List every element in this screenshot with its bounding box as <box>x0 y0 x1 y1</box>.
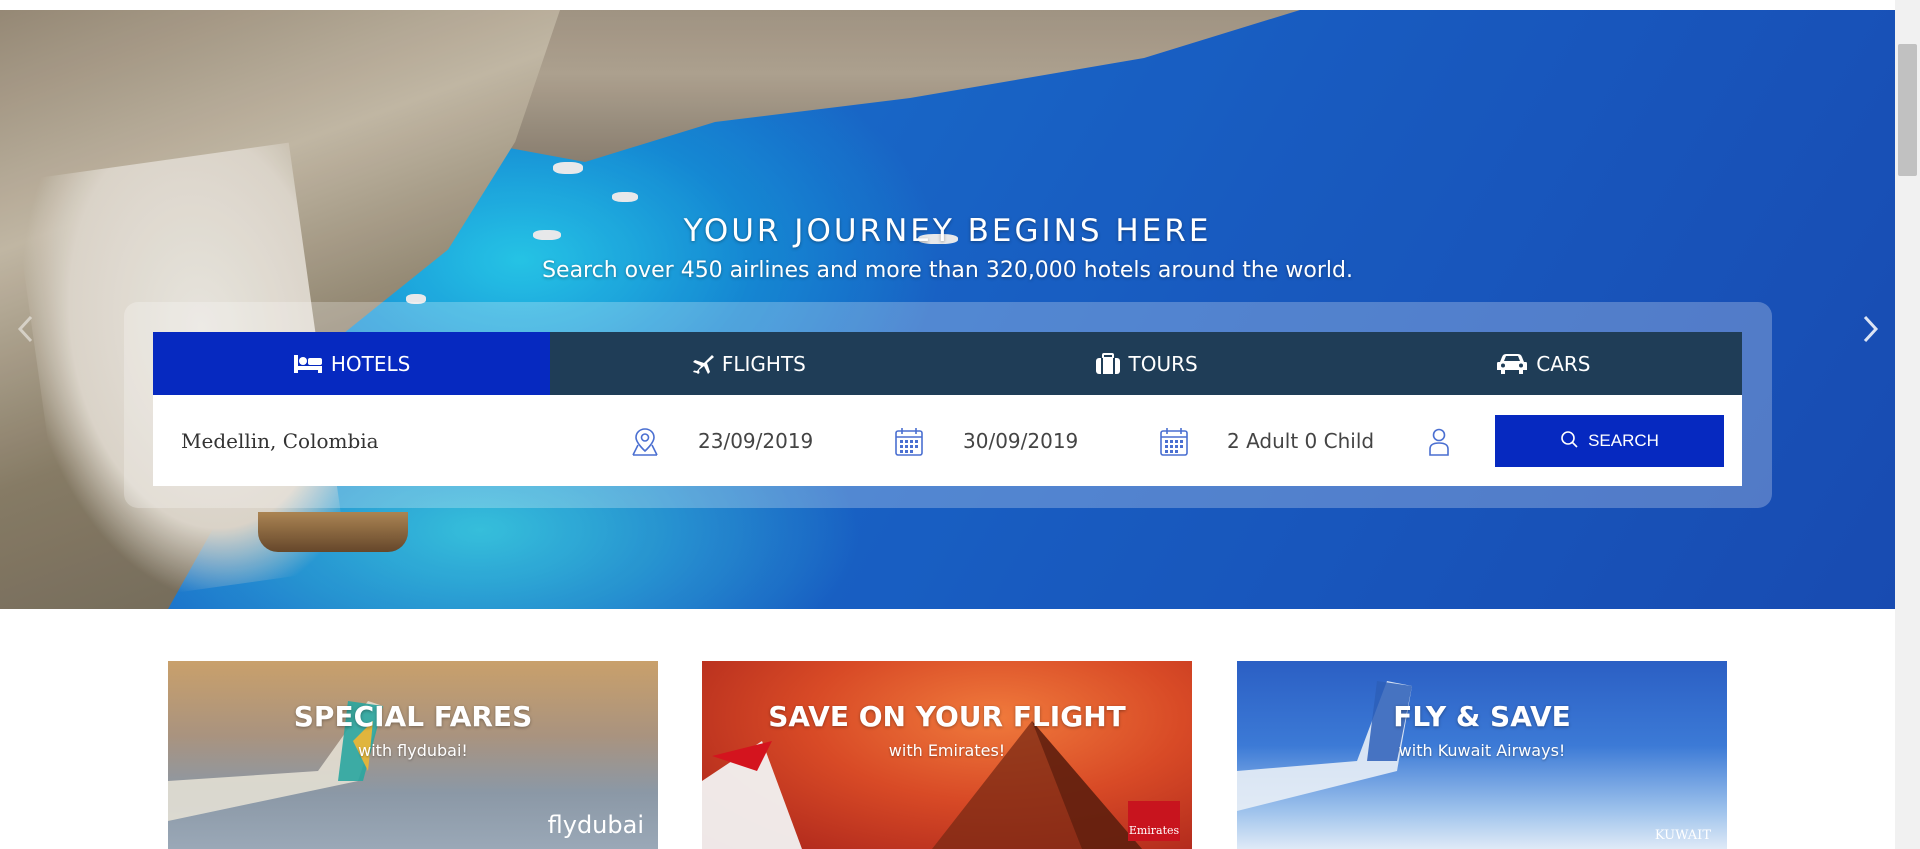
promo-title: SPECIAL FARES <box>293 700 533 733</box>
tab-tours-label: TOURS <box>1128 351 1198 376</box>
bed-icon <box>293 353 323 375</box>
top-strip <box>0 0 1920 10</box>
suitcase-icon <box>1095 352 1121 375</box>
promo-subtitle: with Kuwait Airways! <box>1398 741 1566 760</box>
promo-title: SAVE ON YOUR FLIGHT <box>768 700 1126 733</box>
car-icon <box>1496 353 1528 375</box>
calendar-icon <box>893 425 925 459</box>
guests-field[interactable]: 2 Adult 0 Child <box>1227 395 1374 486</box>
hero-subtitle: Search over 450 airlines and more than 3… <box>542 258 1353 283</box>
carousel-prev-chevron-icon[interactable] <box>16 314 36 344</box>
promo-subtitle: with flydubai! <box>358 741 468 760</box>
search-icon <box>1560 430 1578 453</box>
search-button-label: SEARCH <box>1588 431 1659 450</box>
tab-hotels[interactable]: HOTELS <box>153 332 551 395</box>
hero-title: YOUR JOURNEY BEGINS HERE <box>683 213 1212 249</box>
promo-card-flydubai[interactable]: SPECIAL FARES with flydubai! flydubai <box>168 661 658 849</box>
tab-cars-label: CARS <box>1536 351 1591 376</box>
search-tabs: HOTELS FLIGHTS TOURS CARS <box>153 332 1742 395</box>
map-pin-icon <box>629 425 661 459</box>
tab-cars[interactable]: CARS <box>1345 332 1742 395</box>
promo-subtitle: with Emirates! <box>888 741 1006 760</box>
tab-flights[interactable]: FLIGHTS <box>550 332 947 395</box>
promo-card-kuwait[interactable]: FLY & SAVE with Kuwait Airways! KUWAIT <box>1237 661 1727 849</box>
tab-hotels-label: HOTELS <box>330 351 411 376</box>
promo-card-emirates[interactable]: SAVE ON YOUR FLIGHT with Emirates! Emira… <box>702 661 1192 849</box>
location-field[interactable]: Medellin, Colombia <box>181 395 379 486</box>
checkin-date-field[interactable]: 23/09/2019 <box>698 395 813 486</box>
hotel-search-form: Medellin, Colombia 23/09/2019 30/09/2019… <box>153 395 1742 486</box>
user-icon <box>1423 425 1455 459</box>
promo-title: FLY & SAVE <box>1393 700 1571 733</box>
carousel-next-chevron-icon[interactable] <box>1860 314 1880 344</box>
search-button[interactable]: SEARCH <box>1495 415 1724 467</box>
emirates-logo: Emirates <box>1128 801 1180 841</box>
calendar-icon <box>1158 425 1190 459</box>
kuwait-airways-logo: KUWAIT <box>1654 828 1711 843</box>
airplane-icon <box>692 353 714 375</box>
flydubai-logo: flydubai <box>547 811 644 839</box>
checkout-date-field[interactable]: 30/09/2019 <box>963 395 1078 486</box>
scrollbar-thumb[interactable] <box>1898 44 1917 176</box>
tab-flights-label: FLIGHTS <box>721 351 806 376</box>
tab-tours[interactable]: TOURS <box>948 332 1345 395</box>
